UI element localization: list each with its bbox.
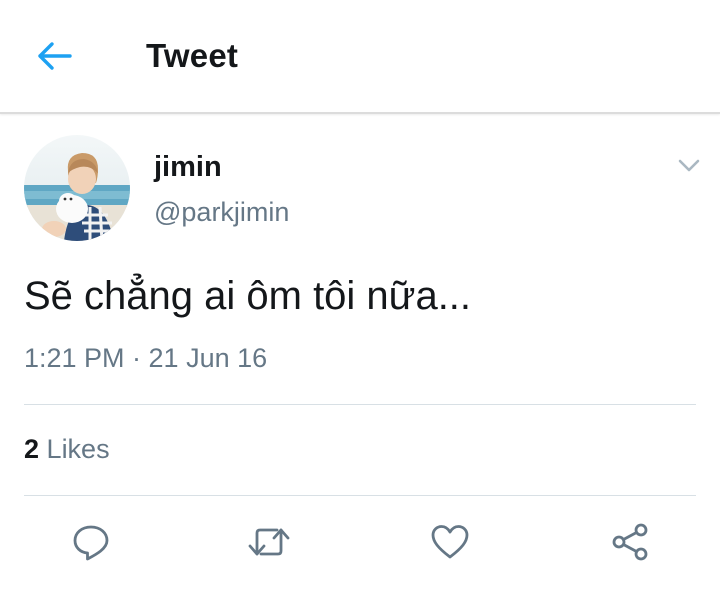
likes-number: 2 — [24, 434, 40, 464]
profile-photo — [24, 135, 130, 241]
heart-icon — [431, 525, 469, 559]
page-title: Tweet — [146, 37, 239, 74]
retweet-button[interactable] — [247, 520, 291, 564]
share-button[interactable] — [608, 520, 652, 564]
tweet-menu-button[interactable] — [672, 150, 706, 180]
display-name[interactable]: jimin — [154, 151, 222, 184]
like-button[interactable] — [428, 520, 472, 564]
share-icon — [612, 523, 648, 561]
likes-count[interactable]: 2 Likes — [24, 434, 110, 465]
chevron-down-icon — [678, 159, 700, 172]
user-handle[interactable]: @parkjimin — [154, 197, 289, 228]
top-app-bar: Tweet — [0, 0, 720, 114]
divider — [24, 495, 696, 496]
retweet-icon — [248, 528, 290, 556]
arrow-left-icon — [38, 42, 72, 70]
reply-button[interactable] — [69, 520, 113, 564]
tweet-timestamp: 1:21 PM · 21 Jun 16 — [24, 343, 268, 373]
reply-icon — [73, 525, 109, 561]
divider — [24, 404, 696, 405]
likes-label: Likes — [46, 434, 110, 464]
avatar[interactable] — [24, 135, 130, 241]
tweet-text: Sẽ chẳng ai ôm tôi nữa... — [24, 274, 472, 318]
back-button[interactable] — [32, 34, 76, 78]
